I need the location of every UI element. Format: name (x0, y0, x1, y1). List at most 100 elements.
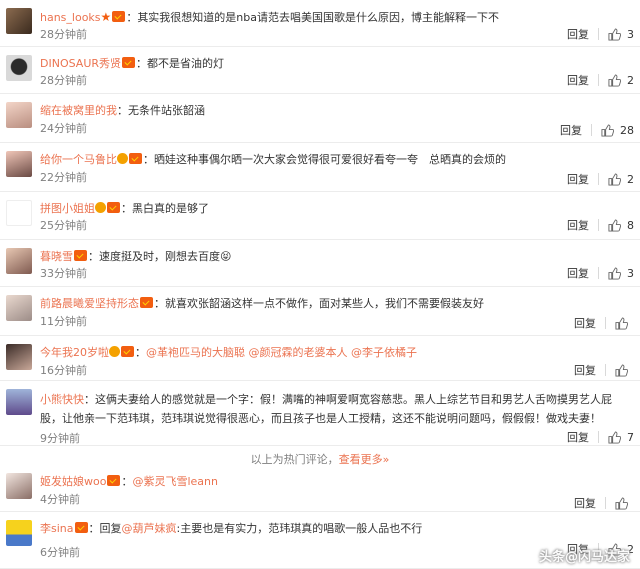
thumb-up-icon (601, 123, 614, 137)
username-link[interactable]: 小熊快快 (40, 393, 84, 406)
medal-badge-icon (117, 153, 128, 164)
divider (605, 497, 606, 509)
avatar[interactable] (6, 55, 32, 81)
comment-time: 28分钟前 (40, 28, 87, 41)
avatar[interactable] (6, 520, 32, 546)
like-button[interactable]: 7 (608, 431, 634, 444)
comment-actions: 回复 2 (567, 171, 634, 187)
vip-badge-icon (74, 250, 87, 261)
mention-link[interactable]: @紫灵飞雪leann (132, 475, 218, 488)
divider (605, 364, 606, 376)
like-count: 8 (627, 218, 634, 232)
like-button[interactable]: 2 (608, 173, 634, 186)
comment-actions: 回复 28 (560, 122, 634, 138)
reply-button[interactable]: 回复 (574, 495, 596, 511)
comment-row: 小熊快快：这俩夫妻给人的感觉就是一个字：假！满嘴的神啊爱啊宽容慈悲。黑人上综艺节… (0, 381, 640, 446)
reply-button[interactable]: 回复 (574, 315, 596, 331)
like-button[interactable] (615, 316, 634, 330)
star-badge-icon: ★ (100, 10, 112, 24)
divider (598, 431, 599, 443)
view-more-link[interactable]: 查看更多» (339, 453, 390, 466)
avatar[interactable] (6, 473, 32, 499)
mention-link[interactable]: @李子依橘子 (351, 346, 417, 359)
thumb-up-icon (608, 172, 621, 186)
separator: ： (136, 57, 148, 70)
like-button[interactable]: 3 (608, 28, 634, 41)
reply-button[interactable]: 回复 (567, 171, 589, 187)
comment-time: 22分钟前 (40, 171, 87, 184)
divider (591, 124, 592, 136)
comment-time: 6分钟前 (40, 546, 80, 559)
avatar[interactable] (6, 295, 32, 321)
comment-text: 黑白真的是够了 (132, 202, 209, 215)
like-count: 7 (627, 430, 634, 444)
username-link[interactable]: 缩在被窝里的我 (40, 104, 117, 117)
username-link[interactable]: 姬发姑娘woo (40, 475, 106, 488)
mention-link[interactable]: @革袍匹马的大脑聪 (146, 346, 245, 359)
medal-badge-icon (95, 202, 106, 213)
comment-content: hans_looks★ ：其实我很想知道的是nba请范去唱美国国歌是什么原因，博主… (40, 9, 632, 26)
avatar[interactable] (6, 200, 32, 226)
comment-row: DINOSAUR秀贤 ：都不是省油的灯 28分钟前 回复 2 (0, 47, 640, 94)
comment-row: 给你一个马鲁比 ：晒娃这种事偶尔晒一次大家会觉得很可爱很好看夸一夸 总晒真的会烦的… (0, 143, 640, 192)
vip-badge-icon (107, 475, 121, 486)
thumb-up-icon (608, 73, 621, 87)
mention-link[interactable]: @葫芦妹疯 (122, 522, 177, 535)
comment-actions: 回复 3 (567, 26, 634, 42)
avatar[interactable] (6, 102, 32, 128)
username-link[interactable]: 暮晓雪 (40, 250, 73, 263)
comment-row: 前路晨曦爱坚持形态 ：就喜欢张韶涵这样一点不做作，面对某些人，我们不需要假装友好 1… (0, 287, 640, 336)
username-link[interactable]: 给你一个马鲁比 (40, 153, 117, 166)
comment-time: 16分钟前 (40, 364, 87, 377)
avatar[interactable] (6, 8, 32, 34)
divider (598, 28, 599, 40)
username-link[interactable]: 今年我20岁啦 (40, 346, 109, 359)
like-button[interactable] (615, 496, 634, 510)
reply-button[interactable]: 回复 (567, 265, 589, 281)
vip-badge-icon (107, 202, 120, 213)
username-link[interactable]: 前路晨曦爱坚持形态 (40, 297, 139, 310)
reply-button[interactable]: 回复 (560, 122, 582, 138)
comment-actions: 回复 (574, 495, 634, 511)
reply-button[interactable]: 回复 (567, 26, 589, 42)
comment-time: 9分钟前 (40, 432, 80, 445)
reply-button[interactable]: 回复 (567, 429, 589, 445)
divider (605, 317, 606, 329)
like-button[interactable]: 8 (608, 219, 634, 232)
separator: ： (117, 104, 128, 117)
username-link[interactable]: DINOSAUR秀贤 (40, 57, 121, 70)
comment-row: 暮晓雪 ：速度挺及时，刚想去百度😝 33分钟前 回复 3 (0, 240, 640, 287)
avatar[interactable] (6, 248, 32, 274)
reply-button[interactable]: 回复 (567, 217, 589, 233)
watermark: 头条@闪马达家 (538, 550, 630, 565)
separator: ： (121, 475, 133, 488)
like-count: 28 (620, 123, 634, 137)
hot-footer-text: 以上为热门评论， (250, 453, 339, 466)
medal-badge-icon (109, 346, 120, 357)
like-button[interactable]: 3 (608, 267, 634, 280)
comment-time: 33分钟前 (40, 267, 87, 280)
avatar[interactable] (6, 151, 32, 177)
comment-time: 11分钟前 (40, 315, 87, 328)
reply-button[interactable]: 回复 (574, 362, 596, 378)
thumb-up-icon (608, 27, 621, 41)
comment-time: 25分钟前 (40, 219, 87, 232)
divider (598, 173, 599, 185)
like-button[interactable] (615, 363, 634, 377)
username-link[interactable]: 李sina (40, 522, 74, 535)
vip-badge-icon (129, 153, 142, 164)
username-link[interactable]: 拼图小姐姐 (40, 202, 95, 215)
separator: ： (126, 11, 138, 24)
avatar[interactable] (6, 389, 32, 415)
avatar[interactable] (6, 344, 32, 370)
like-button[interactable]: 2 (608, 74, 634, 87)
reply-button[interactable]: 回复 (567, 72, 589, 88)
separator: ： (154, 297, 165, 310)
username-link[interactable]: hans_looks (40, 11, 101, 24)
like-button[interactable]: 28 (601, 124, 634, 137)
mention-link[interactable]: @颜冠霖的老婆本人 (249, 346, 348, 359)
comment-time: 4分钟前 (40, 493, 80, 506)
comment-content: 暮晓雪 ：速度挺及时，刚想去百度😝 (40, 249, 632, 265)
comment-text: 晒娃这种事偶尔晒一次大家会觉得很可爱很好看夸一夸 总晒真的会烦的 (154, 153, 506, 166)
separator: ： (143, 153, 154, 166)
